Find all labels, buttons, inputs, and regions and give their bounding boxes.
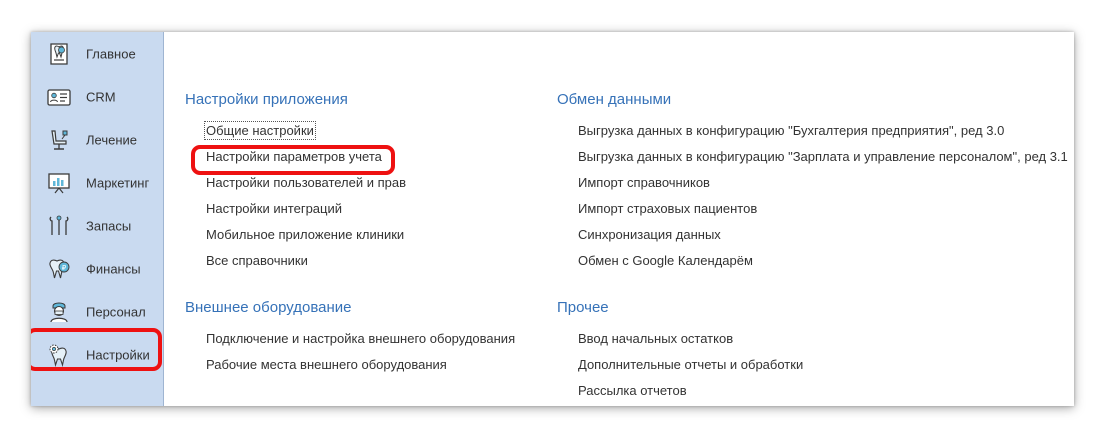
sidebar-item-settings[interactable]: Настройки bbox=[31, 333, 163, 376]
sidebar-item-crm[interactable]: CRM bbox=[31, 75, 163, 118]
sidebar-item-marketing[interactable]: Маркетинг bbox=[31, 161, 163, 204]
link-opening-balances[interactable]: Ввод начальных остатков bbox=[578, 331, 733, 346]
sidebar-item-label: Главное bbox=[86, 46, 136, 61]
link-general-settings[interactable]: Общие настройки bbox=[204, 121, 316, 140]
contact-card-icon bbox=[45, 83, 73, 111]
sidebar-item-finance[interactable]: ₽ Финансы bbox=[31, 247, 163, 290]
link-integrations[interactable]: Настройки интеграций bbox=[206, 201, 342, 216]
link-users-and-rights[interactable]: Настройки пользователей и прав bbox=[206, 175, 406, 190]
link-report-mailing[interactable]: Рассылка отчетов bbox=[578, 383, 687, 398]
link-connect-equipment[interactable]: Подключение и настройка внешнего оборудо… bbox=[206, 331, 515, 346]
link-mobile-app[interactable]: Мобильное приложение клиники bbox=[206, 227, 404, 242]
link-equipment-workplaces[interactable]: Рабочие места внешнего оборудования bbox=[206, 357, 447, 372]
link-accounting-parameters[interactable]: Настройки параметров учета bbox=[206, 149, 382, 164]
dental-tools-icon bbox=[45, 212, 73, 240]
presentation-chart-icon bbox=[45, 169, 73, 197]
tooth-gear-icon bbox=[45, 341, 73, 369]
sidebar-item-main[interactable]: Главное bbox=[31, 32, 163, 75]
sidebar-item-label: Персонал bbox=[86, 304, 146, 319]
link-export-accounting[interactable]: Выгрузка данных в конфигурацию "Бухгалте… bbox=[578, 123, 1004, 138]
sidebar-item-stock[interactable]: Запасы bbox=[31, 204, 163, 247]
section-title-other: Прочее bbox=[557, 299, 609, 316]
sidebar-item-label: Финансы bbox=[86, 261, 141, 276]
sidebar: Главное CRM Лечение Маркетинг Запасы ₽ Ф… bbox=[31, 32, 164, 406]
sidebar-item-treatment[interactable]: Лечение bbox=[31, 118, 163, 161]
link-import-insured-patients[interactable]: Импорт страховых пациентов bbox=[578, 201, 757, 216]
tooth-coin-icon: ₽ bbox=[45, 255, 73, 283]
sidebar-item-label: Маркетинг bbox=[86, 175, 150, 190]
svg-text:₽: ₽ bbox=[62, 264, 67, 272]
sidebar-item-label: Лечение bbox=[86, 132, 138, 147]
link-data-sync[interactable]: Синхронизация данных bbox=[578, 227, 721, 242]
section-title-app-settings: Настройки приложения bbox=[185, 91, 348, 108]
dental-chair-icon bbox=[45, 126, 73, 154]
sidebar-item-label: Настройки bbox=[86, 347, 150, 362]
link-export-payroll[interactable]: Выгрузка данных в конфигурацию "Зарплата… bbox=[578, 149, 1068, 164]
main-window: Главное CRM Лечение Маркетинг Запасы ₽ Ф… bbox=[31, 32, 1074, 406]
sidebar-item-label: Запасы bbox=[86, 218, 132, 233]
home-tooth-icon bbox=[45, 40, 73, 68]
link-import-catalogs[interactable]: Импорт справочников bbox=[578, 175, 710, 190]
sidebar-item-staff[interactable]: Персонал bbox=[31, 290, 163, 333]
section-title-external-equipment: Внешнее оборудование bbox=[185, 299, 352, 316]
sidebar-item-label: CRM bbox=[86, 89, 116, 104]
link-google-calendar[interactable]: Обмен с Google Календарём bbox=[578, 253, 753, 268]
section-title-data-exchange: Обмен данными bbox=[557, 91, 672, 108]
link-all-catalogs[interactable]: Все справочники bbox=[206, 253, 308, 268]
link-additional-reports[interactable]: Дополнительные отчеты и обработки bbox=[578, 357, 803, 372]
doctor-icon bbox=[45, 298, 73, 326]
